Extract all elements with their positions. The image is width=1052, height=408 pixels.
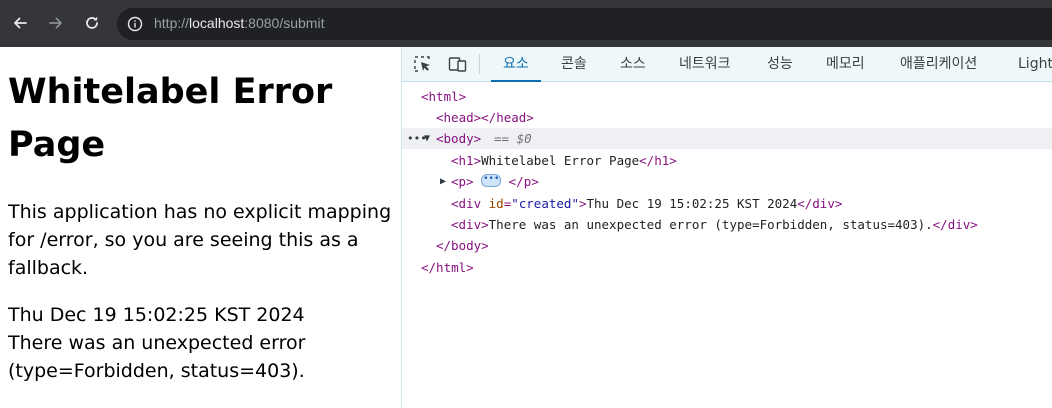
- tab-console[interactable]: 콘솔: [561, 47, 587, 81]
- info-icon[interactable]: [127, 16, 143, 32]
- dom-node-html-close[interactable]: </html>: [402, 257, 1052, 278]
- dom-node-body[interactable]: ••• ▼ <body> == $0: [402, 128, 1052, 149]
- dom-node-body-close[interactable]: </body>: [402, 235, 1052, 256]
- h1-open-tag: <h1>: [451, 153, 482, 168]
- selected-node-marker: == $0: [494, 131, 532, 146]
- body-open-tag: <body>: [436, 131, 482, 146]
- url-host: localhost: [189, 15, 245, 31]
- forward-arrow-icon[interactable]: [45, 12, 67, 34]
- p-open-tag: <p>: [451, 174, 474, 189]
- dom-node-div-created[interactable]: <div id="created">Thu Dec 19 15:02:25 KS…: [402, 193, 1052, 214]
- div-created-text: Thu Dec 19 15:02:25 KST 2024: [586, 196, 798, 211]
- created-timestamp: Thu Dec 19 15:02:25 KST 2024: [8, 304, 305, 326]
- toolbar-divider: [479, 54, 480, 74]
- tab-memory[interactable]: 메모리: [826, 47, 865, 81]
- tab-sources[interactable]: 소스: [620, 47, 646, 81]
- div-open-bracket: >: [578, 196, 587, 211]
- ellipsis-badge-icon[interactable]: [481, 169, 502, 190]
- back-arrow-icon[interactable]: [9, 12, 31, 34]
- dom-node-h1[interactable]: <h1>Whitelabel Error Page</h1>: [402, 150, 1052, 171]
- html-open-tag: <html>: [421, 89, 467, 104]
- h1-text: Whitelabel Error Page: [481, 153, 640, 168]
- dom-node-p[interactable]: ▶ <p> </p>: [402, 169, 1052, 192]
- dom-node-head[interactable]: <head></head>: [402, 107, 1052, 128]
- tab-performance[interactable]: 성능: [767, 47, 793, 81]
- head-tag: <head></head>: [436, 110, 534, 125]
- tab-lighthouse[interactable]: Light: [1018, 47, 1052, 81]
- html-close-tag: </html>: [421, 260, 474, 275]
- attr-value: "created": [511, 196, 579, 211]
- dom-node-html[interactable]: <html>: [402, 86, 1052, 107]
- p-close-tag: </p>: [508, 174, 539, 189]
- browser-toolbar: http://localhost:8080/submit: [0, 0, 1052, 47]
- page-viewport: Whitelabel Error Page This application h…: [0, 47, 401, 408]
- div2-open-tag: <div>: [451, 217, 489, 232]
- url-scheme: http://: [154, 15, 190, 31]
- error-message: There was an unexpected error (type=Forb…: [8, 332, 306, 382]
- error-description: This application has no explicit mapping…: [8, 201, 392, 279]
- devtools-tabbar: 요소 콘솔 소스 네트워크 성능 메모리 애플리케이션 Light: [402, 47, 1052, 82]
- div2-close-tag: </div>: [932, 217, 978, 232]
- div-open-tag: <div: [451, 196, 482, 211]
- url-path: :8080/submit: [244, 15, 325, 31]
- tab-application[interactable]: 애플리케이션: [900, 47, 977, 81]
- div-close-tag: </div>: [797, 196, 843, 211]
- reload-icon[interactable]: [81, 12, 103, 34]
- expand-triangle-icon[interactable]: ▼: [424, 128, 430, 149]
- inspect-element-icon[interactable]: [413, 55, 433, 73]
- h1-close-tag: </h1>: [639, 153, 677, 168]
- attr-name: id: [488, 196, 504, 211]
- address-bar[interactable]: http://localhost:8080/submit: [117, 8, 1052, 40]
- page-title: Whitelabel Error Page: [8, 72, 333, 165]
- body-close-tag: </body>: [436, 238, 489, 253]
- dom-node-div-message[interactable]: <div>There was an unexpected error (type…: [402, 214, 1052, 235]
- devtools-panel: 요소 콘솔 소스 네트워크 성능 메모리 애플리케이션 Light <html>…: [401, 47, 1052, 408]
- collapse-triangle-icon[interactable]: ▶: [440, 171, 446, 192]
- device-toolbar-icon[interactable]: [448, 55, 468, 73]
- tab-elements[interactable]: 요소: [491, 47, 541, 82]
- tab-network[interactable]: 네트워크: [679, 47, 731, 81]
- div-message-text: There was an unexpected error (type=Forb…: [488, 217, 933, 232]
- url-text: http://localhost:8080/submit: [154, 15, 324, 31]
